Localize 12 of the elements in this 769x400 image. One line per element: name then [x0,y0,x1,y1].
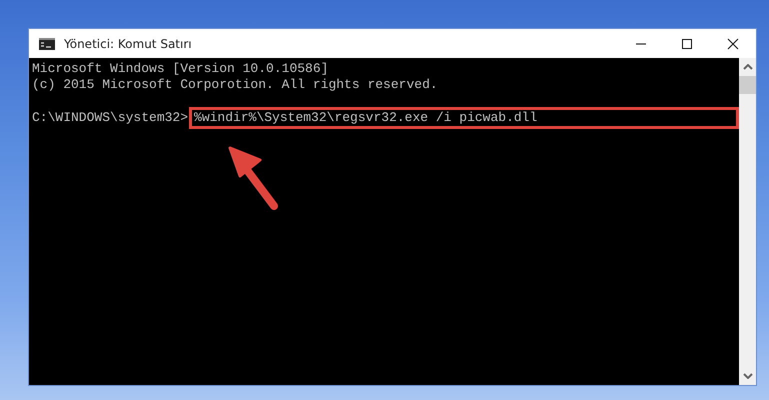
maximize-icon [681,38,693,50]
console-icon [39,38,55,50]
console-text: Microsoft Windows [Version 10.0.10586] [32,61,328,77]
scrollbar[interactable] [739,58,756,385]
scroll-down-icon[interactable] [742,373,752,379]
command-prompt: C:\WINDOWS\system32> [32,110,188,126]
window-title: Yönetici: Komut Satırı [64,36,193,50]
scroll-up-icon[interactable] [742,64,752,70]
highlighted-command: %windir%\System32\regsvr32.exe /i picwab.dll [189,107,739,129]
scroll-thumb[interactable] [739,76,756,94]
console-text: (c) 2015 Microsoft Corporotion. All rights reserved. [32,77,438,93]
close-icon [727,38,739,50]
